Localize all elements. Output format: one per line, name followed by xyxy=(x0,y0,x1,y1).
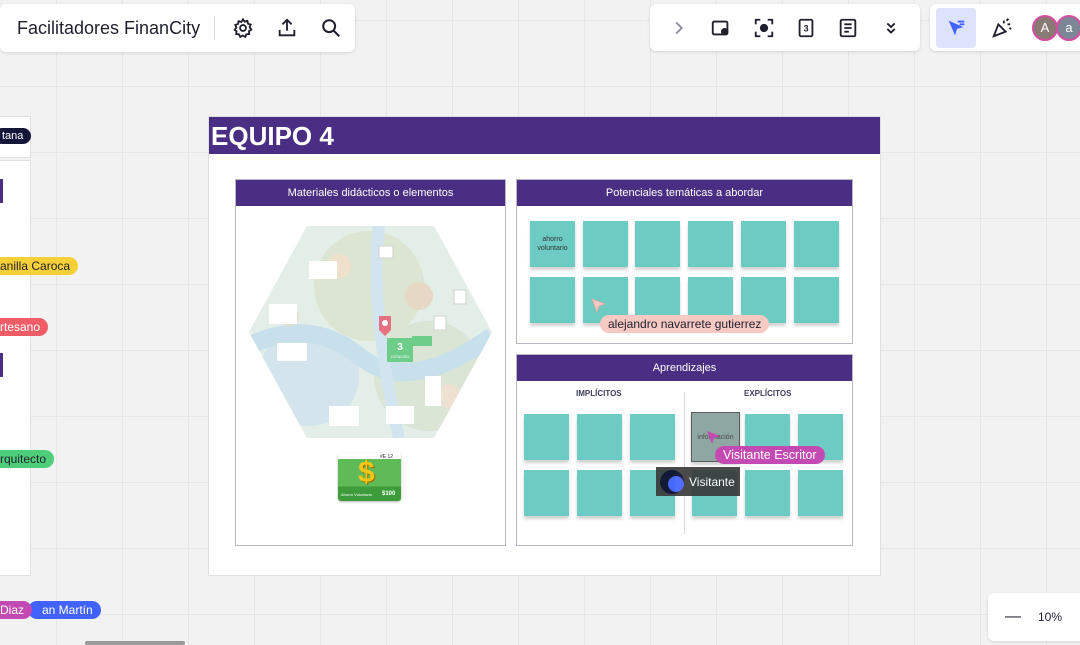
notes-icon xyxy=(840,18,857,37)
settings-button[interactable] xyxy=(221,6,265,50)
sticky-note[interactable] xyxy=(530,277,575,323)
frame-title: EQUIPO 4 xyxy=(209,117,880,154)
upload-icon xyxy=(278,18,296,37)
game-board-map[interactable]: 3 ESTACIÓN xyxy=(249,226,492,438)
timer-button[interactable]: 3 xyxy=(788,6,824,50)
horizontal-scrollbar[interactable] xyxy=(85,641,185,645)
notes-button[interactable] xyxy=(830,6,866,50)
cursor-select-button[interactable] xyxy=(936,7,976,48)
frame-icon xyxy=(712,20,729,35)
svg-text:3: 3 xyxy=(804,23,809,33)
celebrate-button[interactable] xyxy=(980,6,1024,50)
cursor-label: alejandro navarrete gutierrez xyxy=(600,315,770,333)
side-frame xyxy=(0,160,31,576)
sticky-note[interactable] xyxy=(741,221,786,267)
themes-panel-title: Potenciales temáticas a abordar xyxy=(517,180,852,206)
cursor-label: Visitante Escritor xyxy=(715,446,825,464)
explicit-column-title: EXPLÍCITOS xyxy=(744,389,792,398)
sticky-note[interactable] xyxy=(745,470,790,516)
materials-panel-title: Materiales didácticos o elementos xyxy=(236,180,505,206)
avatar[interactable]: a xyxy=(1056,14,1080,41)
chevron-double-down-icon xyxy=(886,22,896,34)
zoom-level[interactable]: 10% xyxy=(1038,610,1062,624)
column-divider xyxy=(684,392,685,534)
card-dollar-icon: $ xyxy=(358,456,375,489)
sticky-note[interactable] xyxy=(794,221,839,267)
sticky-note[interactable] xyxy=(577,414,622,460)
cursor-pointer-icon xyxy=(707,431,720,444)
sticky-note[interactable] xyxy=(794,277,839,323)
avatar[interactable]: A xyxy=(1032,14,1058,41)
user-tag: tana xyxy=(0,128,32,144)
zoom-out-button[interactable]: — xyxy=(988,608,1038,626)
share-button[interactable] xyxy=(265,6,309,50)
cursor-select-icon xyxy=(948,20,965,35)
focus-button[interactable] xyxy=(746,6,782,50)
cursor-label: Visitante xyxy=(689,474,735,489)
zoom-control: — 10% xyxy=(988,593,1080,641)
card-value: $100 xyxy=(382,491,396,497)
sticky-note[interactable] xyxy=(577,470,622,516)
focus-icon xyxy=(754,18,773,37)
sticky-note[interactable] xyxy=(583,221,628,267)
visitor-cursor: Visitante xyxy=(656,467,740,496)
search-icon xyxy=(322,19,341,37)
board-name[interactable]: Facilitadores FinanCity xyxy=(0,16,216,40)
user-tag: Diaz xyxy=(0,601,33,619)
settings-icon xyxy=(233,17,253,39)
user-tag: rquitecto xyxy=(0,450,55,468)
card-code: #E 12 xyxy=(380,454,394,460)
sticky-note[interactable] xyxy=(798,470,843,516)
sticky-note[interactable]: ahorro voluntario xyxy=(530,221,575,267)
user-tag: an Martín xyxy=(28,601,101,619)
money-card[interactable]: #E 12 $ Ahorro Voluntario $100 xyxy=(338,453,401,501)
expand-toolbar-button[interactable] xyxy=(661,6,697,50)
sticky-note[interactable] xyxy=(630,414,675,460)
chevron-right-icon xyxy=(675,21,684,34)
sticky-note[interactable] xyxy=(524,470,569,516)
celebrate-icon xyxy=(992,17,1012,38)
collaboration-toolbar: A a xyxy=(930,4,1080,51)
frames-button[interactable] xyxy=(703,6,739,50)
user-tag: rtesano xyxy=(0,318,49,336)
sticky-note[interactable] xyxy=(524,414,569,460)
top-left-toolbar: Facilitadores FinanCity xyxy=(0,4,355,52)
search-button[interactable] xyxy=(309,6,353,50)
cursor-pointer-icon xyxy=(591,298,607,314)
sticky-note[interactable] xyxy=(688,221,733,267)
visitor-avatar-icon xyxy=(660,469,684,494)
more-tools-button[interactable] xyxy=(873,6,909,50)
user-tag: anilla Caroca xyxy=(0,257,79,275)
learnings-panel-title: Aprendizajes xyxy=(517,355,852,381)
sticky-note[interactable] xyxy=(635,221,680,267)
board-tools-toolbar: 3 xyxy=(650,4,920,51)
implicit-column-title: IMPLÍCITOS xyxy=(576,389,622,398)
timer-icon: 3 xyxy=(798,18,814,37)
card-label: Ahorro Voluntario xyxy=(341,492,372,497)
